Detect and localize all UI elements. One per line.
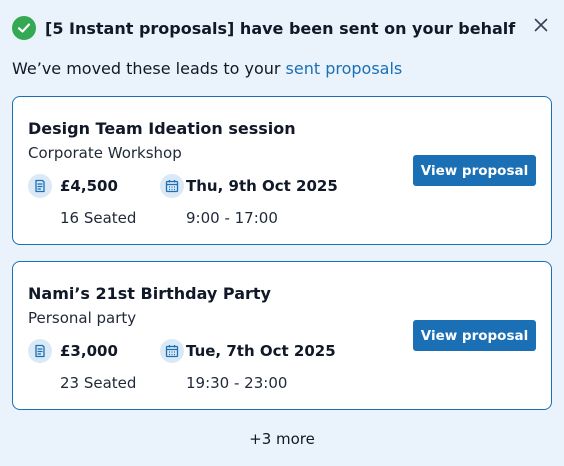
- subtitle-text: We’ve moved these leads to your: [12, 59, 286, 78]
- invoice-icon: [28, 174, 52, 198]
- event-time: 9:00 - 17:00: [186, 209, 278, 227]
- view-proposal-button[interactable]: View proposal: [413, 320, 536, 351]
- invoice-icon: [28, 339, 52, 363]
- proposal-card: Nami’s 21st Birthday Party Personal part…: [12, 261, 552, 410]
- show-more-link[interactable]: +3 more: [0, 430, 564, 448]
- check-circle-icon: [12, 16, 36, 40]
- event-type: Personal party: [28, 309, 137, 327]
- calendar-icon: [160, 339, 184, 363]
- event-time: 19:30 - 23:00: [186, 374, 288, 392]
- event-title: Nami’s 21st Birthday Party: [28, 284, 271, 303]
- event-date: Tue, 7th Oct 2025: [186, 342, 336, 360]
- seated-count: 23 Seated: [60, 374, 137, 392]
- event-title: Design Team Ideation session: [28, 119, 296, 138]
- subtitle: We’ve moved these leads to your sent pro…: [12, 59, 402, 78]
- sent-proposals-link[interactable]: sent proposals: [286, 59, 403, 78]
- event-date: Thu, 9th Oct 2025: [186, 177, 338, 195]
- notification-panel: [5 Instant proposals] have been sent on …: [0, 0, 564, 466]
- seated-count: 16 Seated: [60, 209, 137, 227]
- notification-title: [5 Instant proposals] have been sent on …: [45, 18, 516, 38]
- close-button[interactable]: [531, 15, 551, 35]
- calendar-icon: [160, 174, 184, 198]
- price: £4,500: [60, 177, 118, 195]
- event-type: Corporate Workshop: [28, 144, 182, 162]
- proposal-card: Design Team Ideation session Corporate W…: [12, 96, 552, 245]
- notification-header: [5 Instant proposals] have been sent on …: [12, 16, 515, 40]
- view-proposal-button[interactable]: View proposal: [413, 155, 536, 186]
- close-icon: [534, 18, 548, 32]
- price: £3,000: [60, 342, 118, 360]
